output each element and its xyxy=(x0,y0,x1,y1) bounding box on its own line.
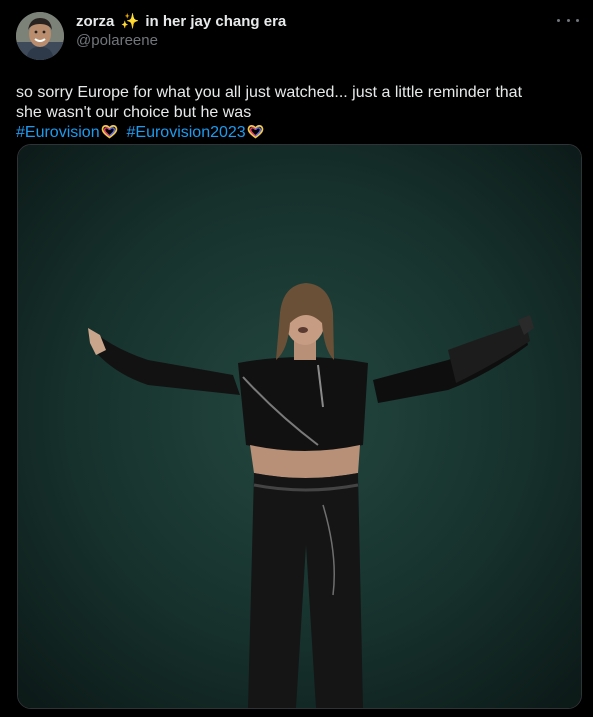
tweet-card: zorza ✨ in her jay chang era @polareene … xyxy=(0,0,593,717)
eurovision-heart-icon xyxy=(247,125,264,139)
tweet-text-line-1: so sorry Europe for what you all just wa… xyxy=(16,84,523,101)
tweet-text: so sorry Europe for what you all just wa… xyxy=(16,83,581,143)
display-name[interactable]: zorza ✨ in her jay chang era xyxy=(76,13,577,31)
performer-on-stage-image xyxy=(18,145,581,708)
user-handle[interactable]: @polareene xyxy=(76,31,577,51)
display-name-suffix: in her jay chang era xyxy=(145,13,287,30)
hashtag-eurovision[interactable]: #Eurovision xyxy=(16,124,100,141)
tweet-media-photo[interactable] xyxy=(17,144,582,709)
tweet-hashtags: #Eurovision #Eurovision2023 xyxy=(16,123,581,143)
sparkles-icon: ✨ xyxy=(120,13,140,30)
hashtag-eurovision2023[interactable]: #Eurovision2023 xyxy=(127,124,246,141)
tweet-text-line-2: she wasn't our choice but he was xyxy=(16,104,252,121)
eurovision-heart-icon xyxy=(101,125,117,139)
tweet-header: zorza ✨ in her jay chang era @polareene xyxy=(16,12,577,60)
author-names: zorza ✨ in her jay chang era @polareene xyxy=(76,12,577,51)
more-dot xyxy=(557,18,560,22)
avatar-photo-icon xyxy=(16,12,64,60)
more-dot xyxy=(566,18,570,22)
avatar[interactable] xyxy=(16,12,64,60)
display-name-main: zorza xyxy=(76,13,115,30)
more-options-icon[interactable] xyxy=(557,14,579,26)
more-dot xyxy=(576,18,579,22)
